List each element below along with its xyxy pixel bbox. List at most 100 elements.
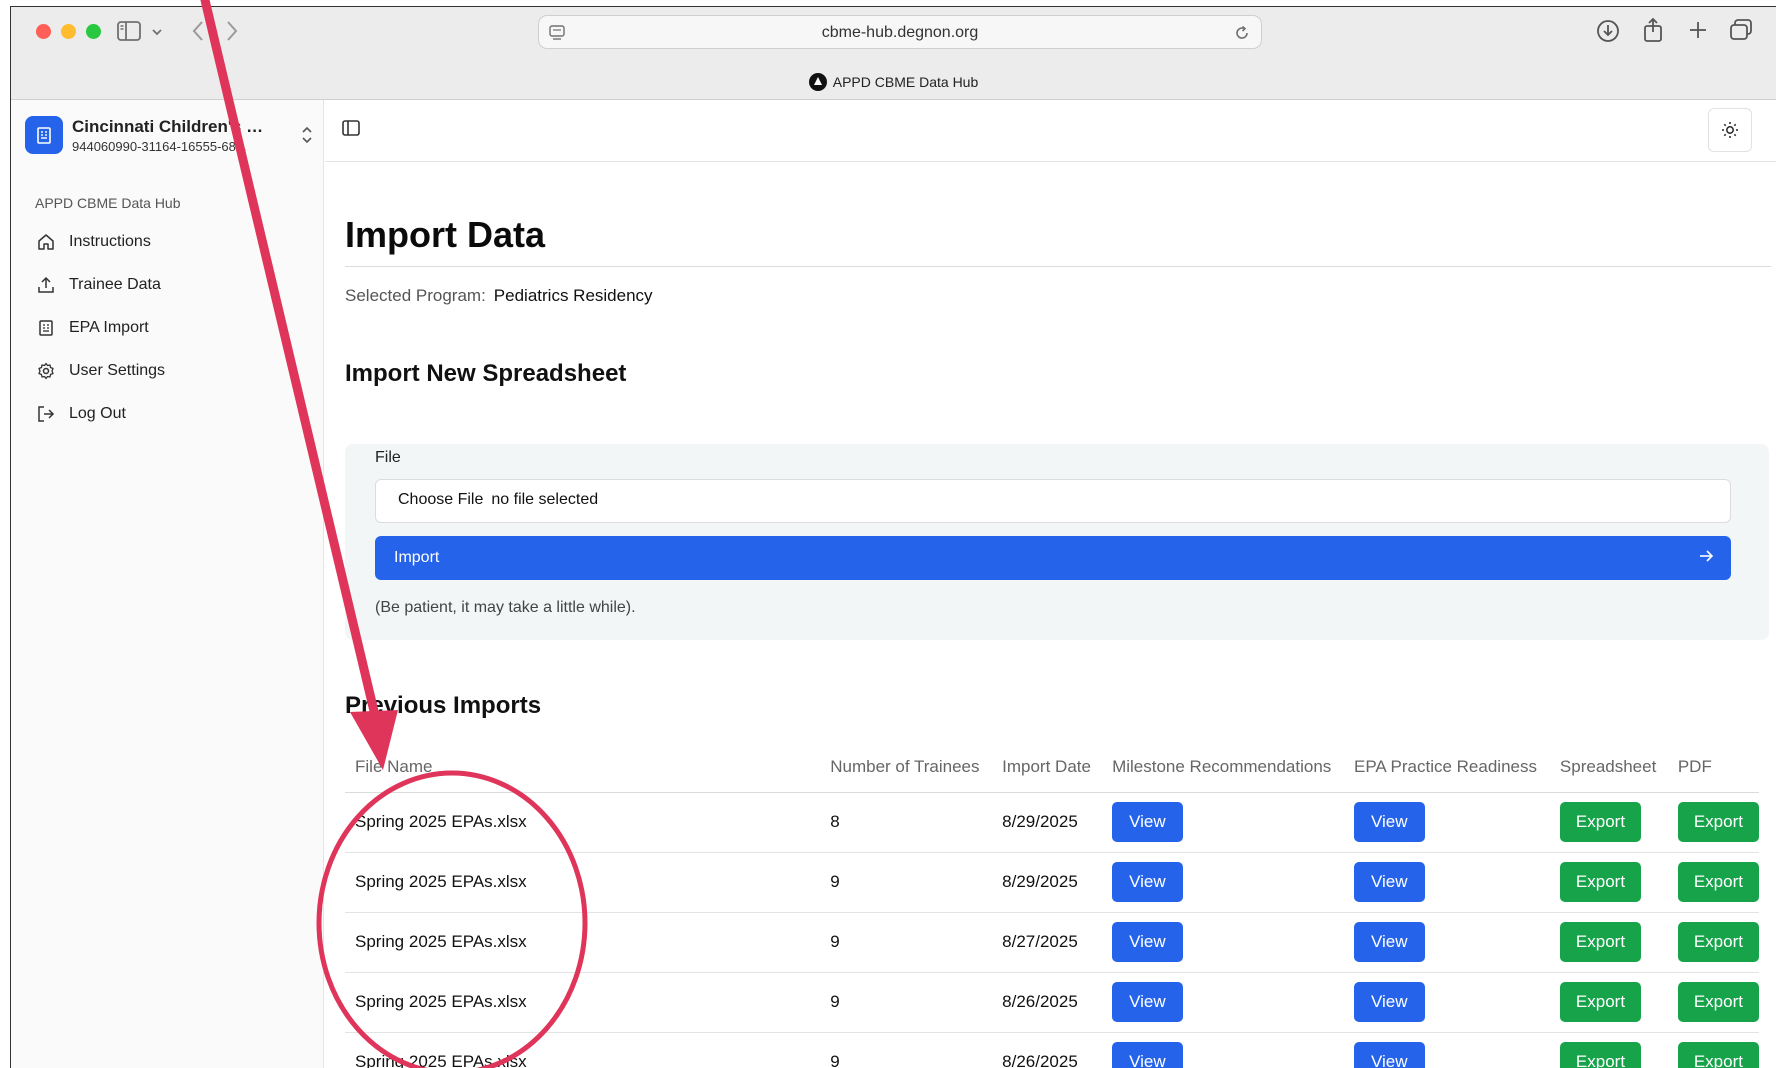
org-name: Cincinnati Children's H... bbox=[72, 117, 272, 136]
sidebar-item-label: User Settings bbox=[69, 361, 166, 379]
import-date-cell: 8/26/2025 bbox=[992, 1032, 1103, 1068]
share-icon[interactable] bbox=[1642, 17, 1664, 43]
patience-note: (Be patient, it may take a little while)… bbox=[375, 599, 636, 616]
minimize-window-button[interactable] bbox=[61, 24, 76, 39]
sidebar-item-trainee-data[interactable]: Trainee Data bbox=[29, 263, 309, 306]
import-section-title: Import New Spreadsheet bbox=[345, 360, 627, 387]
export-pdf-button[interactable]: Export bbox=[1677, 862, 1759, 902]
previous-imports-title: Previous Imports bbox=[345, 692, 542, 719]
tab-title-text: APPD CBME Data Hub bbox=[832, 74, 979, 90]
arrow-right-icon bbox=[1700, 550, 1714, 562]
main-header bbox=[325, 100, 1776, 162]
address-bar[interactable]: cbme-hub.degnon.org bbox=[538, 15, 1262, 49]
export-spreadsheet-button[interactable]: Export bbox=[1559, 1042, 1642, 1068]
sidebar-item-label: Instructions bbox=[69, 232, 151, 250]
import-date-cell: 8/27/2025 bbox=[992, 912, 1103, 973]
view-epa-readiness-button[interactable]: View bbox=[1353, 1042, 1425, 1068]
reload-icon[interactable] bbox=[1233, 24, 1251, 42]
export-pdf-button[interactable]: Export bbox=[1677, 982, 1759, 1022]
column-header: EPA Practice Readiness bbox=[1343, 742, 1550, 793]
column-header: Spreadsheet bbox=[1549, 742, 1668, 793]
zoom-window-button[interactable] bbox=[86, 24, 101, 39]
import-date-cell: 8/29/2025 bbox=[992, 852, 1103, 913]
view-epa-readiness-button[interactable]: View bbox=[1353, 922, 1425, 962]
back-icon[interactable] bbox=[191, 20, 205, 42]
view-milestones-button[interactable]: View bbox=[1112, 862, 1183, 902]
close-window-button[interactable] bbox=[36, 24, 51, 39]
previous-imports-table: File Name Number of Trainees Import Date… bbox=[345, 742, 1759, 1068]
file-input[interactable]: Choose File no file selected bbox=[375, 479, 1731, 523]
sun-icon bbox=[1722, 122, 1738, 138]
column-header: Import Date bbox=[992, 742, 1103, 793]
export-spreadsheet-button[interactable]: Export bbox=[1559, 802, 1642, 842]
page-title: Import Data bbox=[345, 214, 546, 255]
sidebar-item-user-settings[interactable]: User Settings bbox=[29, 349, 309, 392]
trainees-cell: 9 bbox=[820, 912, 993, 973]
downloads-icon[interactable] bbox=[1596, 19, 1620, 43]
org-switcher[interactable]: Cincinnati Children's H... 944060990-311… bbox=[25, 108, 312, 160]
choose-file-button[interactable]: Choose File bbox=[398, 491, 483, 508]
import-date-cell: 8/26/2025 bbox=[992, 972, 1103, 1033]
sidebar: Cincinnati Children's H... 944060990-311… bbox=[11, 100, 324, 1068]
column-header: Number of Trainees bbox=[820, 742, 993, 793]
table-row: Spring 2025 EPAs.xlsx 9 8/26/2025 View V… bbox=[345, 1032, 1759, 1068]
new-tab-icon[interactable] bbox=[1688, 20, 1708, 40]
sidebar-item-epa-import[interactable]: EPA Import bbox=[29, 306, 309, 349]
browser-window: cbme-hub.degnon.org APPD CBME Data Hub C… bbox=[10, 6, 1776, 1068]
org-id: 944060990-31164-16555-68... bbox=[72, 139, 247, 154]
sidebar-item-label: EPA Import bbox=[69, 318, 149, 336]
file-name-cell: Spring 2025 EPAs.xlsx bbox=[345, 912, 821, 973]
selected-program-label: Selected Program: bbox=[345, 286, 486, 305]
table-row: Spring 2025 EPAs.xlsx 9 8/27/2025 View V… bbox=[345, 912, 1759, 973]
sidebar-item-log-out[interactable]: Log Out bbox=[29, 392, 309, 435]
upload-icon bbox=[35, 274, 57, 296]
trainees-cell: 9 bbox=[820, 852, 993, 913]
export-spreadsheet-button[interactable]: Export bbox=[1559, 922, 1642, 962]
export-pdf-button[interactable]: Export bbox=[1677, 922, 1759, 962]
export-spreadsheet-button[interactable]: Export bbox=[1559, 862, 1642, 902]
tab-overview-icon[interactable] bbox=[1729, 19, 1753, 41]
theme-toggle-button[interactable] bbox=[1708, 108, 1752, 152]
logout-icon bbox=[35, 403, 57, 425]
chevron-up-down-icon bbox=[302, 126, 312, 144]
trainees-cell: 8 bbox=[820, 792, 993, 853]
file-name-cell: Spring 2025 EPAs.xlsx bbox=[345, 852, 821, 913]
column-header: PDF bbox=[1667, 742, 1759, 793]
sidebar-toggle-icon[interactable] bbox=[117, 21, 141, 41]
view-milestones-button[interactable]: View bbox=[1112, 982, 1183, 1022]
panel-toggle-icon[interactable] bbox=[341, 118, 361, 138]
tab-title[interactable]: APPD CBME Data Hub bbox=[11, 73, 1776, 91]
file-label: File bbox=[375, 449, 401, 466]
upload-card: File Choose File no file selected Import … bbox=[345, 444, 1769, 640]
import-button[interactable]: Import bbox=[375, 536, 1731, 580]
forward-icon[interactable] bbox=[225, 20, 239, 42]
view-epa-readiness-button[interactable]: View bbox=[1353, 802, 1425, 842]
building-icon bbox=[35, 317, 57, 339]
sidebar-item-instructions[interactable]: Instructions bbox=[29, 220, 309, 263]
view-epa-readiness-button[interactable]: View bbox=[1353, 982, 1425, 1022]
gear-icon bbox=[35, 360, 57, 382]
export-pdf-button[interactable]: Export bbox=[1677, 1042, 1759, 1068]
view-milestones-button[interactable]: View bbox=[1112, 922, 1183, 962]
sidebar-item-label: Trainee Data bbox=[69, 275, 161, 293]
table-row: Spring 2025 EPAs.xlsx 9 8/29/2025 View V… bbox=[345, 852, 1759, 913]
export-spreadsheet-button[interactable]: Export bbox=[1559, 982, 1642, 1022]
column-header: Milestone Recommendations bbox=[1102, 742, 1344, 793]
selected-program-value: Pediatrics Residency bbox=[493, 286, 653, 305]
table-row: Spring 2025 EPAs.xlsx 9 8/26/2025 View V… bbox=[345, 972, 1759, 1033]
url-text: cbme-hub.degnon.org bbox=[821, 24, 979, 41]
sidebar-nav: Instructions Trainee Data EPA Import Use… bbox=[29, 220, 309, 435]
view-epa-readiness-button[interactable]: View bbox=[1353, 862, 1425, 902]
view-milestones-button[interactable]: View bbox=[1112, 1042, 1183, 1068]
trainees-cell: 9 bbox=[820, 972, 993, 1033]
import-date-cell: 8/29/2025 bbox=[992, 792, 1103, 853]
export-pdf-button[interactable]: Export bbox=[1677, 802, 1759, 842]
building-icon bbox=[25, 116, 63, 154]
title-divider bbox=[345, 266, 1771, 267]
table-row: Spring 2025 EPAs.xlsx 8 8/29/2025 View V… bbox=[345, 792, 1759, 853]
chevron-down-icon[interactable] bbox=[151, 27, 163, 37]
sidebar-item-label: Log Out bbox=[69, 404, 126, 422]
nav-group-label: APPD CBME Data Hub bbox=[35, 195, 181, 211]
view-milestones-button[interactable]: View bbox=[1112, 802, 1183, 842]
import-button-label: Import bbox=[394, 549, 440, 566]
